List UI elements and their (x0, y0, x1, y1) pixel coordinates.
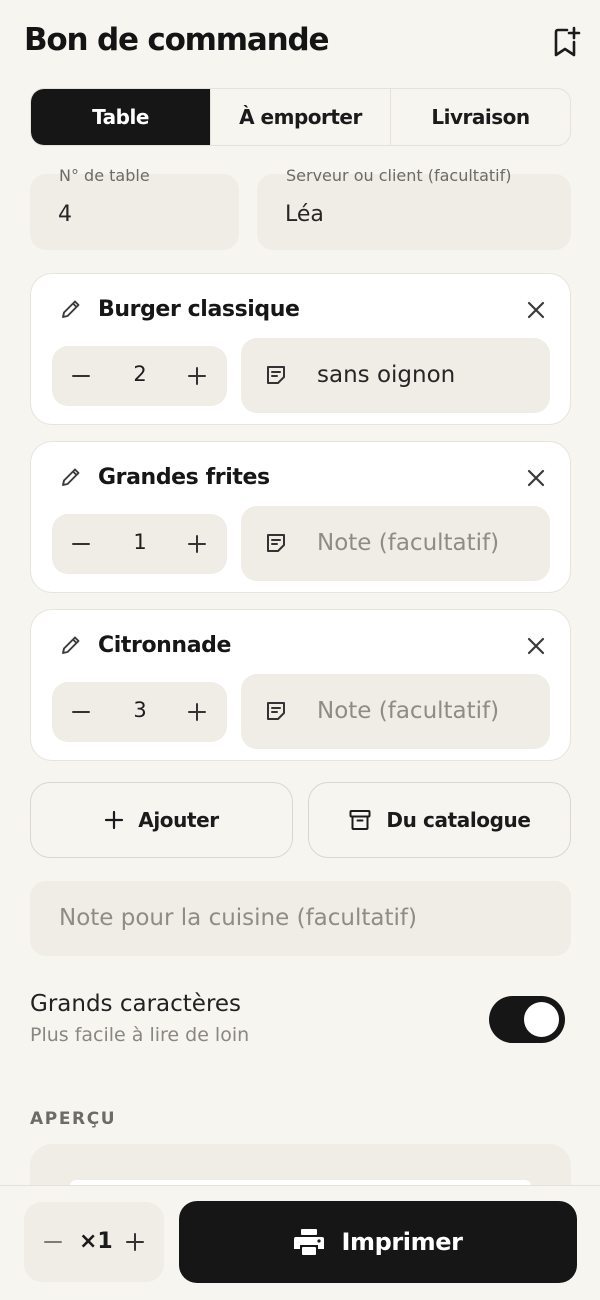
page-title: Bon de commande (24, 22, 329, 58)
decrement-button[interactable] (66, 697, 96, 727)
table-number-field[interactable]: 4 (30, 174, 239, 250)
close-icon (527, 469, 545, 487)
minus-icon (72, 711, 90, 713)
item-name[interactable]: Burger classique (98, 297, 300, 322)
increment-button[interactable] (182, 361, 212, 391)
remove-item-button[interactable] (521, 463, 551, 493)
quantity-stepper: 2 (52, 346, 227, 406)
quantity-value: 3 (133, 698, 147, 722)
plus-icon (188, 703, 206, 721)
pencil-icon[interactable] (59, 465, 83, 489)
tab-takeaway[interactable]: À emporter (210, 89, 390, 145)
add-item-button[interactable]: Ajouter (30, 782, 293, 858)
quantity-stepper: 1 (52, 514, 227, 574)
note-icon (267, 702, 285, 720)
decrement-button[interactable] (66, 529, 96, 559)
archive-icon (349, 810, 371, 830)
order-item-card: Burger classique 2 sans oignon (30, 273, 571, 425)
plus-icon (126, 1233, 144, 1251)
item-note-input[interactable]: Note (facultatif) (241, 506, 550, 581)
catalog-button[interactable]: Du catalogue (308, 782, 571, 858)
kitchen-note-input[interactable]: Note pour la cuisine (facultatif) (30, 881, 571, 956)
decrement-button[interactable] (66, 361, 96, 391)
remove-item-button[interactable] (521, 295, 551, 325)
kitchen-note-placeholder: Note pour la cuisine (facultatif) (59, 905, 417, 931)
note-icon (267, 534, 285, 552)
preview-section-label: APERÇU (30, 1109, 117, 1129)
minus-icon (72, 375, 90, 377)
quantity-value: 2 (133, 362, 147, 386)
pencil-icon[interactable] (59, 633, 83, 657)
minus-icon (72, 543, 90, 545)
server-client-label: Serveur ou client (facultatif) (286, 166, 512, 185)
increment-button[interactable] (182, 697, 212, 727)
copies-value: ×1 (79, 1229, 113, 1254)
print-button[interactable]: Imprimer (179, 1201, 577, 1283)
plus-icon (188, 367, 206, 385)
quantity-stepper: 3 (52, 682, 227, 742)
large-text-title: Grands caractères (30, 991, 242, 1017)
copies-increment-button[interactable] (120, 1227, 150, 1257)
table-number-label: N° de table (59, 166, 150, 185)
increment-button[interactable] (182, 529, 212, 559)
item-note-input[interactable]: sans oignon (241, 338, 550, 413)
pencil-icon[interactable] (59, 297, 83, 321)
remove-item-button[interactable] (521, 631, 551, 661)
item-note-value: sans oignon (317, 362, 456, 388)
server-client-field[interactable]: Léa (257, 174, 571, 250)
item-note-placeholder: Note (facultatif) (317, 698, 500, 724)
item-name[interactable]: Citronnade (98, 633, 231, 658)
copies-decrement-button[interactable] (38, 1227, 68, 1257)
bookmark-add-button[interactable] (548, 24, 584, 60)
server-client-value: Léa (285, 202, 324, 227)
copies-stepper: ×1 (24, 1202, 164, 1282)
plus-icon (188, 535, 206, 553)
tab-delivery[interactable]: Livraison (390, 89, 570, 145)
item-name[interactable]: Grandes frites (98, 465, 270, 490)
item-note-input[interactable]: Note (facultatif) (241, 674, 550, 749)
order-item-card: Grandes frites 1 Note (facultatif) (30, 441, 571, 593)
large-text-subtitle: Plus facile à lire de loin (30, 1024, 250, 1046)
tab-table[interactable]: Table (31, 89, 210, 145)
large-text-toggle[interactable] (489, 996, 565, 1043)
item-note-placeholder: Note (facultatif) (317, 530, 500, 556)
catalog-label: Du catalogue (386, 808, 531, 832)
toggle-knob (524, 1002, 559, 1037)
note-icon (267, 366, 285, 384)
add-item-label: Ajouter (138, 808, 219, 832)
order-item-card: Citronnade 3 Note (facultatif) (30, 609, 571, 761)
bookmark-add-icon (554, 26, 581, 57)
printer-icon (294, 1229, 325, 1255)
quantity-value: 1 (133, 530, 147, 554)
app-header: Bon de commande (0, 0, 600, 85)
close-icon (527, 637, 545, 655)
order-type-tabs: Table À emporter Livraison (30, 88, 571, 146)
bottom-action-bar: ×1 Imprimer (0, 1185, 600, 1300)
plus-icon (105, 810, 124, 830)
table-number-value: 4 (58, 202, 72, 227)
minus-icon (44, 1241, 62, 1243)
print-label: Imprimer (341, 1228, 463, 1256)
close-icon (527, 301, 545, 319)
